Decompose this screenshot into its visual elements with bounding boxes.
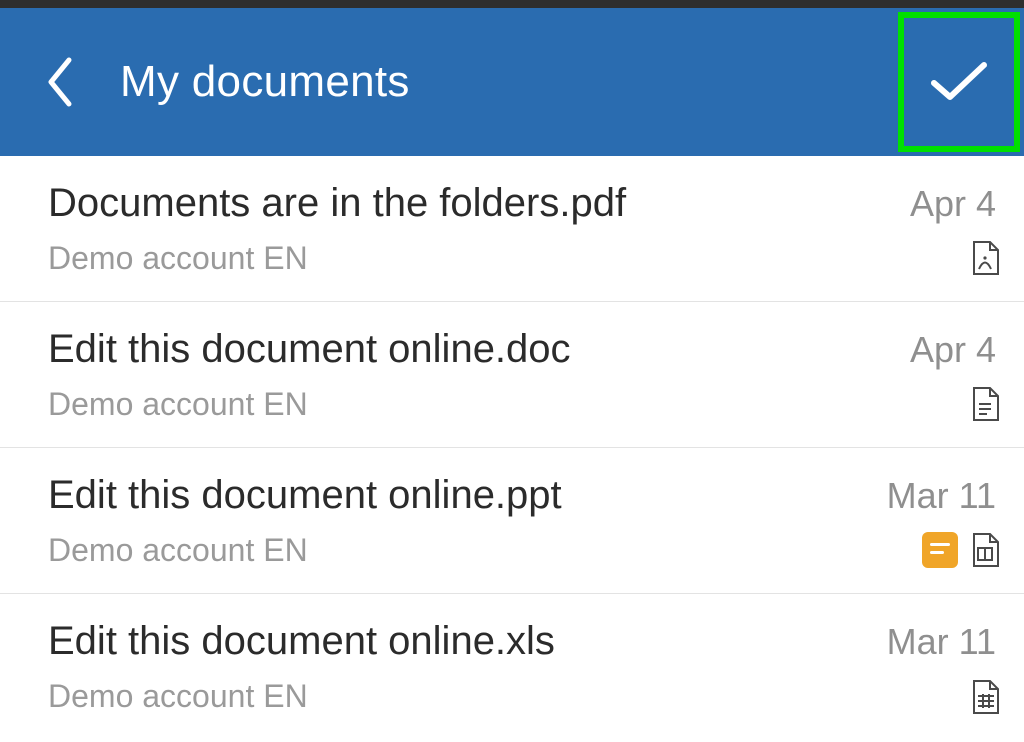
document-list: Documents are in the folders.pdf Apr 4 D… <box>0 156 1024 740</box>
file-date: Apr 4 <box>910 329 996 371</box>
file-date: Apr 4 <box>910 183 996 225</box>
file-owner: Demo account EN <box>48 386 308 423</box>
file-name: Edit this document online.xls <box>48 619 555 664</box>
chevron-left-icon <box>45 56 75 108</box>
file-owner: Demo account EN <box>48 678 308 715</box>
back-button[interactable] <box>0 8 120 156</box>
file-owner: Demo account EN <box>48 532 308 569</box>
window-top-strip <box>0 0 1024 8</box>
file-name: Edit this document online.ppt <box>48 473 562 518</box>
file-name: Edit this document online.doc <box>48 327 571 372</box>
app-header: My documents <box>0 8 1024 156</box>
ppt-file-icon <box>970 532 1000 568</box>
list-item[interactable]: Documents are in the folders.pdf Apr 4 D… <box>0 156 1024 302</box>
note-badge-icon <box>922 532 958 568</box>
file-name: Documents are in the folders.pdf <box>48 181 626 226</box>
file-date: Mar 11 <box>887 621 996 663</box>
list-item[interactable]: Edit this document online.xls Mar 11 Dem… <box>0 594 1024 740</box>
xls-file-icon <box>970 679 1000 715</box>
list-item[interactable]: Edit this document online.ppt Mar 11 Dem… <box>0 448 1024 594</box>
doc-file-icon <box>970 386 1000 422</box>
pdf-file-icon <box>970 240 1000 276</box>
page-title: My documents <box>120 57 410 107</box>
checkmark-icon <box>930 61 988 103</box>
file-owner: Demo account EN <box>48 240 308 277</box>
list-item[interactable]: Edit this document online.doc Apr 4 Demo… <box>0 302 1024 448</box>
confirm-button[interactable] <box>898 12 1020 152</box>
file-date: Mar 11 <box>887 475 996 517</box>
